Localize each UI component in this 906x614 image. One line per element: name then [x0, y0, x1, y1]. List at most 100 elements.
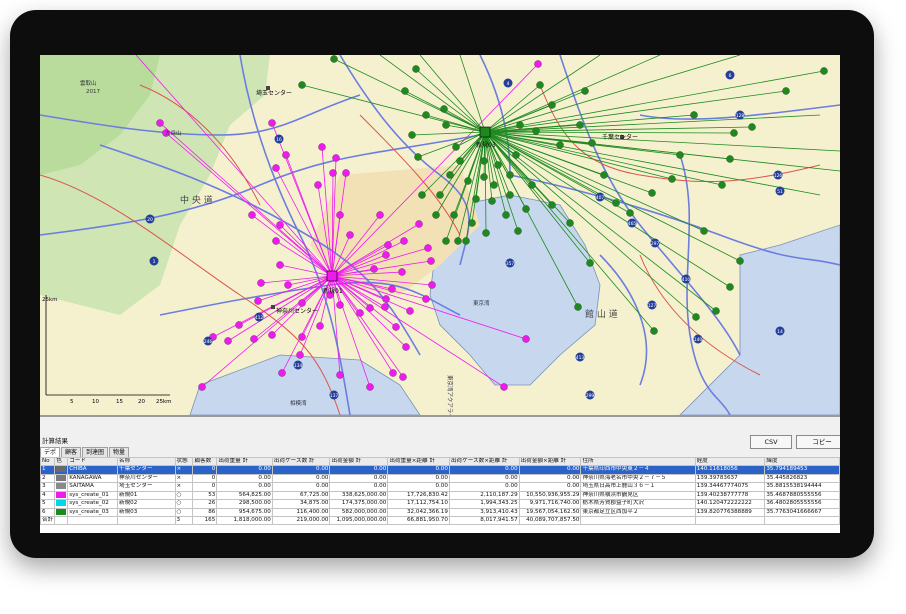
customer-point-shinki01[interactable]	[406, 307, 414, 315]
customer-point-shinki03[interactable]	[506, 191, 514, 199]
customer-point-shinki03[interactable]	[748, 123, 756, 131]
customer-point-shinki03[interactable]	[494, 161, 502, 169]
customer-point-shinki01[interactable]	[257, 279, 265, 287]
table-row[interactable]: 4 sys_create_01 新規01 ○ 53 564,825.00 67,725.00…	[40, 490, 840, 500]
column-header[interactable]: 出荷重量×距離 計	[387, 457, 450, 466]
customer-point-shinki03[interactable]	[690, 111, 698, 119]
customer-point-shinki03[interactable]	[414, 153, 422, 161]
customer-point-shinki01[interactable]	[500, 383, 508, 391]
customer-point-shinki03[interactable]	[480, 157, 488, 165]
customer-point-shinki01[interactable]	[156, 119, 164, 127]
customer-point-shinki01[interactable]	[276, 261, 284, 269]
customer-point-shinki01[interactable]	[415, 220, 423, 228]
customer-point-shinki03[interactable]	[730, 129, 738, 137]
customer-point-shinki01[interactable]	[427, 257, 435, 265]
column-header[interactable]: コード	[67, 457, 118, 466]
depot-kanagawa-marker[interactable]	[271, 305, 275, 309]
customer-point-shinki01[interactable]	[402, 343, 410, 351]
customer-point-shinki01[interactable]	[336, 371, 344, 379]
customer-point-shinki03[interactable]	[432, 211, 440, 219]
customer-point-shinki01[interactable]	[268, 331, 276, 339]
customer-point-shinki03[interactable]	[418, 191, 426, 199]
tab-volume[interactable]: 物量	[109, 447, 130, 457]
customer-point-shinki01[interactable]	[370, 265, 378, 273]
customer-point-shinki03[interactable]	[718, 181, 726, 189]
customer-point-shinki03[interactable]	[588, 139, 596, 147]
customer-point-shinki03[interactable]	[648, 189, 656, 197]
customer-point-shinki03[interactable]	[422, 111, 430, 119]
customer-point-shinki01[interactable]	[392, 323, 400, 331]
customer-point-shinki01[interactable]	[534, 60, 542, 68]
customer-point-shinki01[interactable]	[382, 295, 390, 303]
customer-point-shinki03[interactable]	[692, 313, 700, 321]
customer-point-shinki01[interactable]	[388, 285, 396, 293]
customer-point-shinki03[interactable]	[536, 81, 544, 89]
tab-depot[interactable]: デポ	[40, 447, 61, 457]
column-header[interactable]: 状態	[174, 457, 194, 466]
customer-point-shinki03[interactable]	[440, 105, 448, 113]
customer-point-shinki01[interactable]	[366, 304, 374, 312]
customer-point-shinki03[interactable]	[612, 199, 620, 207]
customer-point-shinki03[interactable]	[464, 177, 472, 185]
table-row[interactable]: 3 SAITAMA 埼玉センター × 0 0.00 0.00 0.00 0.00 0.00 0.00…	[40, 482, 840, 492]
customer-point-shinki03[interactable]	[502, 211, 510, 219]
customer-point-shinki03[interactable]	[712, 307, 720, 315]
customer-point-shinki03[interactable]	[446, 171, 454, 179]
customer-point-shinki01[interactable]	[346, 231, 354, 239]
customer-point-shinki03[interactable]	[472, 195, 480, 203]
customer-point-shinki01[interactable]	[268, 119, 276, 127]
customer-point-shinki03[interactable]	[490, 181, 498, 189]
customer-point-shinki03[interactable]	[668, 175, 676, 183]
table-row[interactable]: 1 CHIBA 千葉センター × 0 0.00 0.00 0.00 0.00 0.00 0.00 千葉…	[40, 465, 840, 475]
customer-point-shinki03[interactable]	[482, 229, 490, 237]
customer-point-shinki01[interactable]	[314, 181, 322, 189]
column-header[interactable]: 色	[54, 457, 69, 466]
customer-point-shinki01[interactable]	[336, 211, 344, 219]
copy-button[interactable]: コピー	[796, 435, 840, 449]
customer-point-shinki01[interactable]	[250, 335, 258, 343]
customer-point-shinki01[interactable]	[398, 268, 406, 276]
customer-point-shinki03[interactable]	[408, 131, 416, 139]
customer-point-shinki01[interactable]	[276, 221, 284, 229]
customer-point-shinki01[interactable]	[428, 281, 436, 289]
customer-point-shinki01[interactable]	[424, 244, 432, 252]
customer-point-shinki03[interactable]	[726, 283, 734, 291]
customer-point-shinki01[interactable]	[235, 321, 243, 329]
customer-point-shinki03[interactable]	[456, 157, 464, 165]
customer-point-shinki03[interactable]	[576, 121, 584, 129]
customer-point-shinki01[interactable]	[278, 369, 286, 377]
customer-point-shinki03[interactable]	[736, 257, 744, 265]
customer-point-shinki03[interactable]	[436, 191, 444, 199]
customer-point-shinki01[interactable]	[254, 297, 262, 305]
map-view[interactable]: 16 246 1 134 412 20 137 140 413 299 4 6 14 51 126 128 29…	[40, 55, 840, 415]
result-table[interactable]: No 色コード 名称 状態 顧客数 出荷重量 計出荷ケース数 計出荷金額 計出荷重量×距離…	[40, 457, 840, 525]
customer-point-shinki01[interactable]	[399, 373, 407, 381]
column-header[interactable]: 出荷金額×距離 計	[518, 457, 582, 466]
result-grid[interactable]: No 色コード 名称 状態 顧客数 出荷重量 計出荷ケース数 計出荷金額 計出荷重量×距離…	[40, 457, 840, 533]
customer-point-shinki01[interactable]	[332, 154, 340, 162]
customer-point-shinki03[interactable]	[442, 121, 450, 129]
csv-button[interactable]: CSV	[750, 435, 792, 449]
customer-point-shinki01[interactable]	[248, 211, 256, 219]
column-header[interactable]: 住所	[580, 457, 696, 466]
customer-point-shinki03[interactable]	[650, 327, 658, 335]
customer-point-shinki03[interactable]	[782, 87, 790, 95]
customer-point-shinki03[interactable]	[574, 303, 582, 311]
customer-point-shinki03[interactable]	[488, 197, 496, 205]
customer-point-shinki03[interactable]	[626, 209, 634, 217]
column-header[interactable]: 出荷ケース数 計	[271, 457, 331, 466]
customer-point-shinki03[interactable]	[522, 205, 530, 213]
column-header[interactable]: No	[40, 457, 56, 466]
column-header[interactable]: 出荷金額 計	[329, 457, 389, 466]
customer-point-shinki01[interactable]	[282, 151, 290, 159]
depot-shinki03-marker[interactable]	[479, 126, 491, 138]
column-header[interactable]: 顧客数	[192, 457, 218, 466]
customer-point-shinki01[interactable]	[336, 301, 344, 309]
customer-point-shinki01[interactable]	[296, 351, 304, 359]
customer-point-shinki01[interactable]	[384, 241, 392, 249]
customer-point-shinki03[interactable]	[700, 227, 708, 235]
column-header[interactable]: 出荷ケース数×距離 計	[448, 457, 520, 466]
customer-point-shinki01[interactable]	[382, 251, 390, 259]
customer-point-shinki01[interactable]	[381, 303, 389, 311]
customer-point-shinki03[interactable]	[581, 87, 589, 95]
